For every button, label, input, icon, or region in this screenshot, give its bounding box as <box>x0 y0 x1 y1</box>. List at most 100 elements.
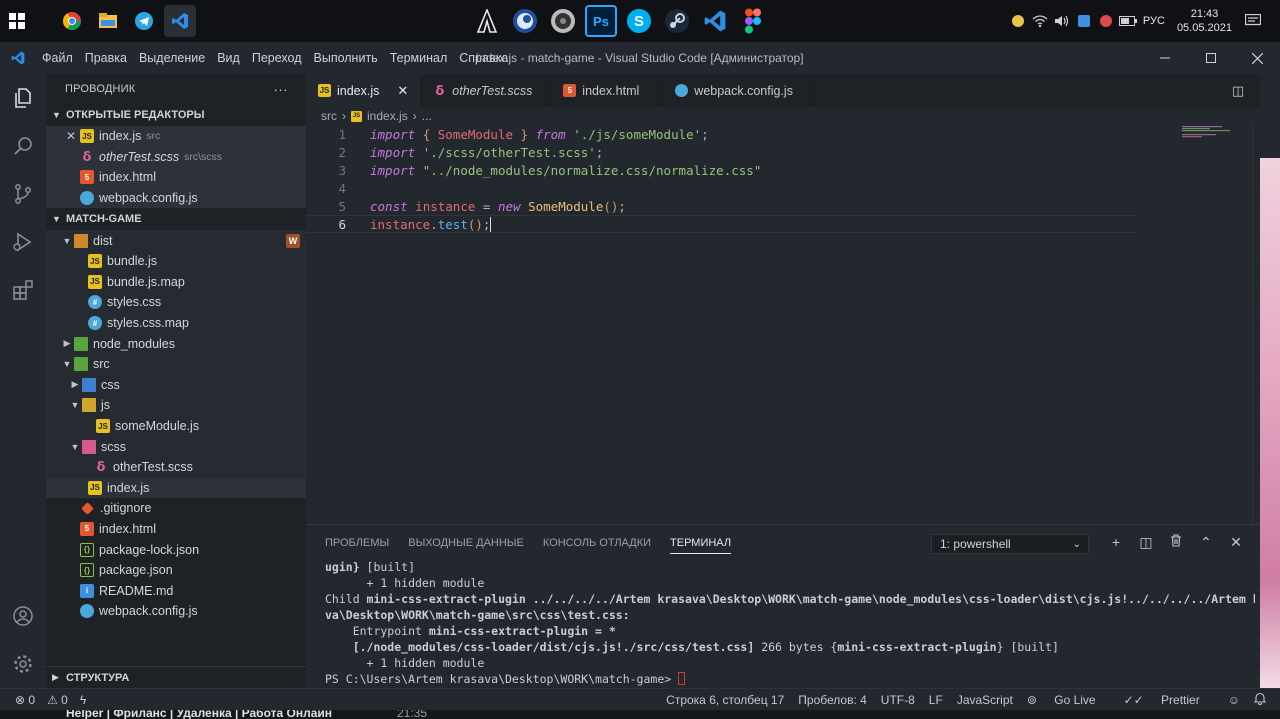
notifications-icon[interactable] <box>1242 10 1264 32</box>
menu-run[interactable]: Выполнить <box>308 42 384 74</box>
telegram-icon[interactable] <box>128 5 160 37</box>
outline-section[interactable]: ▶ СТРУКТУРА <box>46 666 306 688</box>
code-editor[interactable]: 1 import { SomeModule } from './js/someM… <box>306 125 1136 233</box>
tree-file[interactable]: 5 index.html <box>46 519 306 540</box>
tree-folder-scss[interactable]: ▼ scss <box>46 436 306 457</box>
tree-file[interactable]: JS bundle.js <box>46 251 306 272</box>
tree-file[interactable]: # styles.css.map <box>46 313 306 334</box>
explorer-activity[interactable] <box>0 74 46 122</box>
panel-tab-output[interactable]: ВЫХОДНЫЕ ДАННЫЕ <box>408 533 524 553</box>
menu-selection[interactable]: Выделение <box>133 42 211 74</box>
open-editor-item[interactable]: ẟ otherTest.scss src\scss <box>46 146 306 168</box>
tree-folder-js[interactable]: ▼ js <box>46 395 306 416</box>
panel-tab-problems[interactable]: ПРОБЛЕМЫ <box>325 533 389 553</box>
close-icon[interactable]: ✕ <box>64 129 78 143</box>
project-section[interactable]: ▼ MATCH-GAME <box>46 208 306 230</box>
breadcrumb-file[interactable]: index.js <box>367 109 408 123</box>
close-window-button[interactable] <box>1234 42 1280 74</box>
source-control-activity[interactable] <box>0 170 46 218</box>
run-debug-activity[interactable] <box>0 218 46 266</box>
chevron-up-icon[interactable]: ⌃ <box>1191 534 1221 551</box>
status-go-live[interactable]: ⊚ Go Live <box>1027 693 1110 707</box>
skype-icon[interactable]: S <box>623 5 655 37</box>
status-encoding[interactable]: UTF-8 <box>881 693 915 707</box>
minimap[interactable] <box>1182 125 1252 145</box>
menu-help[interactable]: Справка <box>453 42 514 74</box>
wifi-icon[interactable] <box>1029 10 1051 32</box>
tree-file[interactable]: JS bundle.js.map <box>46 272 306 293</box>
tree-folder-dist[interactable]: ▼ dist W <box>46 230 306 251</box>
tree-folder-node-modules[interactable]: ▶ node_modules <box>46 333 306 354</box>
split-editor-icon[interactable]: ◫ <box>1224 83 1252 99</box>
cinema4d-icon[interactable] <box>509 5 541 37</box>
open-editors-section[interactable]: ▼ ОТКРЫТЫЕ РЕДАКТОРЫ <box>46 104 306 126</box>
tree-file[interactable]: .gitignore <box>46 498 306 519</box>
open-editor-item[interactable]: 5 index.html <box>46 167 306 188</box>
vscode-icon[interactable] <box>699 5 731 37</box>
status-indentation[interactable]: Пробелов: 4 <box>798 693 867 707</box>
tree-file[interactable]: webpack.config.js <box>46 601 306 622</box>
status-errors[interactable]: ⊗ 0 <box>15 693 35 707</box>
bell-icon[interactable] <box>1253 692 1267 708</box>
breadcrumb-src[interactable]: src <box>321 109 337 123</box>
tab-index-html[interactable]: 5 index.html <box>551 74 664 107</box>
menu-go[interactable]: Переход <box>246 42 308 74</box>
status-prettier[interactable]: ✓✓ Prettier <box>1124 693 1214 707</box>
tree-file[interactable]: # styles.css <box>46 292 306 313</box>
search-activity[interactable] <box>0 122 46 170</box>
windows-start-button[interactable] <box>0 0 34 42</box>
figma-icon[interactable] <box>737 5 769 37</box>
tray-blue-icon[interactable] <box>1073 10 1095 32</box>
status-cursor-position[interactable]: Строка 6, столбец 17 <box>666 693 784 707</box>
tray-red-icon[interactable] <box>1095 10 1117 32</box>
minimize-button[interactable] <box>1142 42 1188 74</box>
breadcrumb-symbols[interactable]: ... <box>422 109 432 123</box>
tab-index-js[interactable]: JS index.js ✕ <box>306 74 422 107</box>
tab-webpack-config[interactable]: webpack.config.js <box>663 74 814 107</box>
menu-edit[interactable]: Правка <box>79 42 133 74</box>
tray-language[interactable]: РУС <box>1143 15 1165 27</box>
photoshop-icon[interactable]: Ps <box>585 5 617 37</box>
tree-file[interactable]: ẟ otherTest.scss <box>46 457 306 478</box>
terminal-output[interactable]: ugin} [built] + 1 hidden module Child mi… <box>325 559 1255 687</box>
tree-file[interactable]: {} package.json <box>46 560 306 581</box>
accounts-activity[interactable] <box>0 592 46 640</box>
tree-folder-src[interactable]: ▼ src <box>46 354 306 375</box>
menu-file[interactable]: Файл <box>36 42 79 74</box>
panel-tab-debug-console[interactable]: КОНСОЛЬ ОТЛАДКИ <box>543 533 651 553</box>
volume-icon[interactable] <box>1051 10 1073 32</box>
battery-icon[interactable] <box>1117 10 1139 32</box>
audio-icon[interactable] <box>547 5 579 37</box>
tray-yellow-icon[interactable] <box>1007 10 1029 32</box>
steam-icon[interactable] <box>661 5 693 37</box>
vscode-taskbar-icon[interactable] <box>164 5 196 37</box>
extensions-activity[interactable] <box>0 266 46 314</box>
chrome-icon[interactable] <box>56 5 88 37</box>
open-editor-item[interactable]: ✕ JS index.js src <box>46 126 306 147</box>
status-warnings[interactable]: ⚠ 0 <box>47 693 68 707</box>
maximize-button[interactable] <box>1188 42 1234 74</box>
tree-file[interactable]: JS someModule.js <box>46 416 306 437</box>
status-language[interactable]: JavaScript <box>957 693 1013 707</box>
tree-file[interactable]: {} package-lock.json <box>46 539 306 560</box>
lightning-icon[interactable]: ϟ <box>80 693 86 707</box>
panel-tab-terminal[interactable]: ТЕРМИНАЛ <box>670 533 732 554</box>
tab-othertest-scss[interactable]: ẟ otherTest.scss <box>421 74 552 107</box>
terminal-select[interactable]: 1: powershell ⌄ <box>931 534 1089 554</box>
new-terminal-icon[interactable]: + <box>1101 534 1131 551</box>
status-eol[interactable]: LF <box>929 693 943 707</box>
open-editor-item[interactable]: webpack.config.js <box>46 187 306 209</box>
clock[interactable]: 21:43 05.05.2021 <box>1177 7 1232 35</box>
split-terminal-icon[interactable]: ◫ <box>1131 534 1161 551</box>
tree-file-selected[interactable]: JS index.js <box>46 477 306 499</box>
close-panel-icon[interactable]: ✕ <box>1221 534 1251 551</box>
feedback-icon[interactable]: ☺ <box>1228 693 1240 707</box>
close-icon[interactable]: ✕ <box>397 83 408 99</box>
more-actions-icon[interactable]: ··· <box>273 81 288 97</box>
trash-icon[interactable] <box>1161 534 1191 551</box>
tree-folder-css[interactable]: ▶ css <box>46 375 306 396</box>
menu-terminal[interactable]: Терминал <box>384 42 454 74</box>
file-explorer-icon[interactable] <box>92 5 124 37</box>
settings-activity[interactable] <box>0 640 46 688</box>
menu-view[interactable]: Вид <box>211 42 246 74</box>
